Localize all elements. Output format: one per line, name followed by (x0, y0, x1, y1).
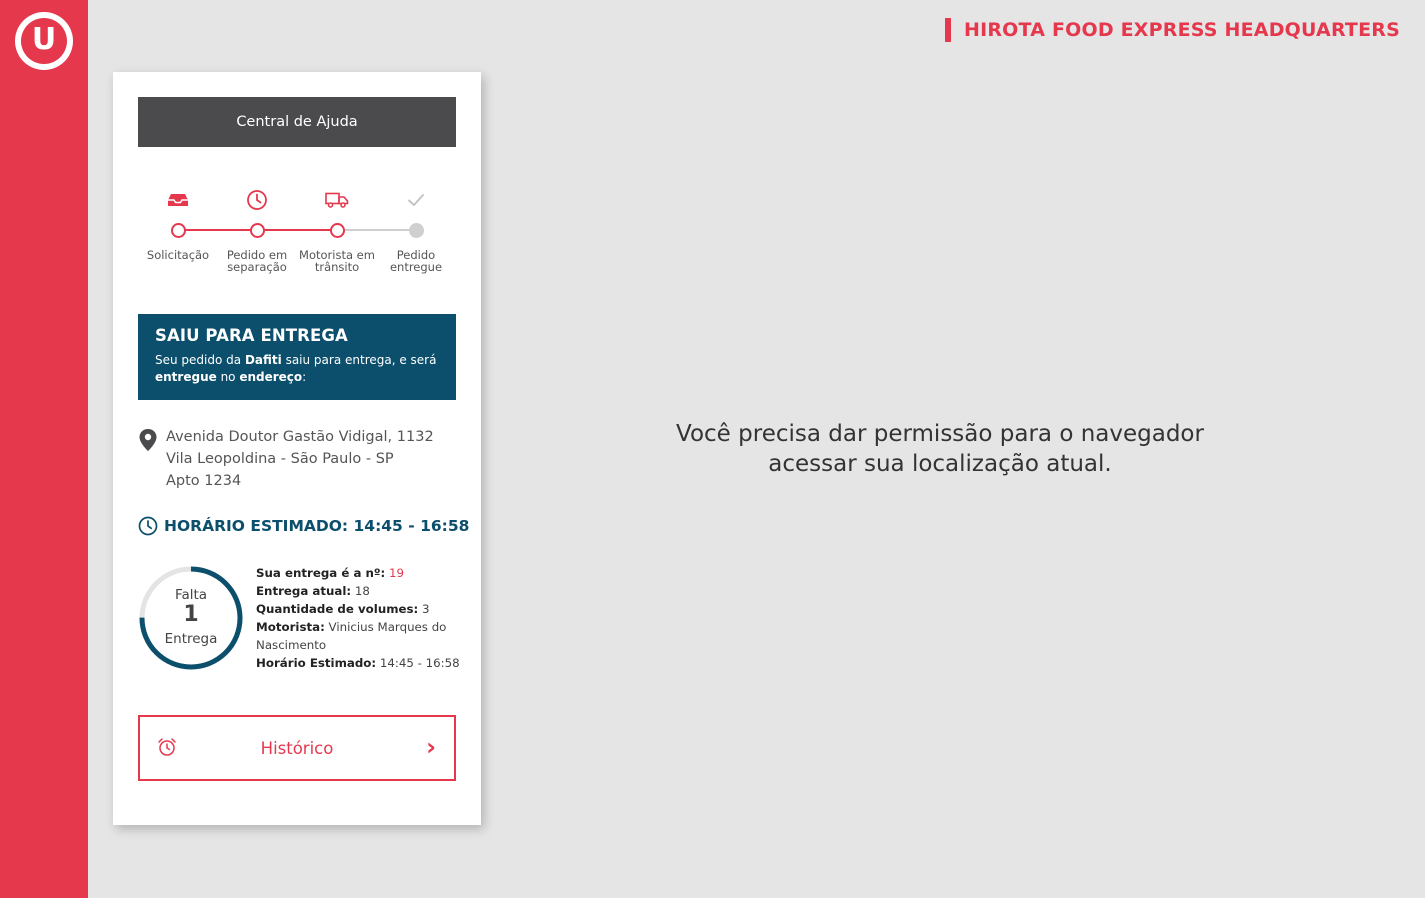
eta-label: HORÁRIO ESTIMADO: 14:45 - 16:58 (164, 517, 470, 535)
logo-letter: U (31, 22, 57, 57)
permission-line-1: Você precisa dar permissão para o navega… (676, 421, 1204, 447)
progress-line-3 (337, 229, 416, 231)
status-text: saiu para entrega, e será (281, 353, 437, 367)
progress-line-1 (178, 229, 257, 231)
remaining-suffix: Entrega (164, 631, 218, 647)
progress-line-2 (257, 229, 337, 231)
check-icon (408, 194, 424, 206)
inbox-icon (168, 194, 188, 206)
clock-icon (247, 190, 267, 210)
sidebar: U (0, 0, 88, 898)
logo-badge: U (21, 18, 67, 64)
chevron-right-icon: › (426, 733, 436, 761)
detail-time: Horário Estimado: 14:45 - 16:58 (256, 654, 461, 672)
remaining-deliveries-ring: Falta 1 Entrega (137, 564, 245, 672)
address-line-2: Vila Leopoldina - São Paulo - SP (166, 451, 394, 467)
detail-value: 19 (389, 566, 405, 580)
delivery-details: Sua entrega é a nº: 19 Entrega atual: 18… (256, 564, 461, 672)
history-button[interactable]: Histórico › (138, 715, 456, 781)
detail-value: 14:45 - 16:58 (379, 656, 460, 670)
delivery-status-box: SAIU PARA ENTREGA Seu pedido da Dafiti s… (138, 314, 456, 400)
clock-icon (138, 516, 158, 536)
truck-icon (325, 192, 349, 208)
store-name: Dafiti (244, 353, 282, 367)
order-progress-tracker: Solicitação Pedido em separação Motorist… (138, 188, 456, 278)
detail-label: Motorista: (256, 620, 325, 634)
step-label: Motorista em trânsito (299, 248, 375, 274)
step-label: Pedido em separação (226, 248, 288, 274)
estimated-time: HORÁRIO ESTIMADO: 14:45 - 16:58 (138, 516, 469, 536)
step-dot-3 (329, 223, 345, 238)
detail-current: Entrega atual: 18 (256, 582, 461, 600)
status-description: Seu pedido da Dafiti saiu para entrega, … (155, 352, 439, 386)
help-center-button[interactable]: Central de Ajuda (138, 97, 456, 147)
status-text: Seu pedido da (155, 353, 245, 367)
detail-value: 3 (422, 602, 430, 616)
step-solicitacao: Solicitação (138, 188, 218, 261)
delivery-address: Avenida Doutor Gastão Vidigal, 1132 Vila… (138, 426, 456, 492)
detail-label: Horário Estimado: (256, 656, 377, 670)
header-title: HIROTA FOOD EXPRESS HEADQUARTERS (944, 18, 1400, 42)
step-dot-2 (249, 223, 265, 238)
step-dot-1 (170, 223, 186, 238)
map-pin-icon (139, 429, 157, 451)
step-dot-4 (408, 223, 424, 238)
status-title: SAIU PARA ENTREGA (155, 326, 348, 345)
detail-label: Entrega atual: (256, 584, 352, 598)
location-permission-message: Você precisa dar permissão para o navega… (640, 419, 1240, 479)
tracking-card: Central de Ajuda Solicitação Pedido em s… (113, 72, 481, 825)
status-emphasis: entregue (155, 370, 217, 384)
brand-logo[interactable]: U (15, 12, 73, 70)
detail-label: Sua entrega é a nº: (256, 566, 386, 580)
step-label: Solicitação (146, 248, 210, 262)
status-text: : (302, 370, 307, 384)
permission-line-2: acessar sua localização atual. (768, 451, 1112, 477)
detail-volumes: Quantidade de volumes: 3 (256, 600, 461, 618)
remaining-count: 1 (183, 602, 199, 627)
detail-value: 18 (354, 584, 370, 598)
history-label: Histórico (260, 738, 334, 758)
detail-label: Quantidade de volumes: (256, 602, 419, 616)
address-line-1: Avenida Doutor Gastão Vidigal, 1132 (166, 429, 434, 445)
detail-driver: Motorista: Vinicius Marques do Nasciment… (256, 618, 461, 654)
alarm-clock-icon (158, 738, 176, 756)
status-emphasis: endereço (239, 370, 303, 384)
address-line-3: Apto 1234 (166, 473, 242, 489)
step-label: Pedido entregue (389, 248, 443, 274)
detail-position: Sua entrega é a nº: 19 (256, 564, 461, 582)
status-text: no (216, 370, 240, 384)
remaining-prefix: Falta (174, 587, 208, 603)
